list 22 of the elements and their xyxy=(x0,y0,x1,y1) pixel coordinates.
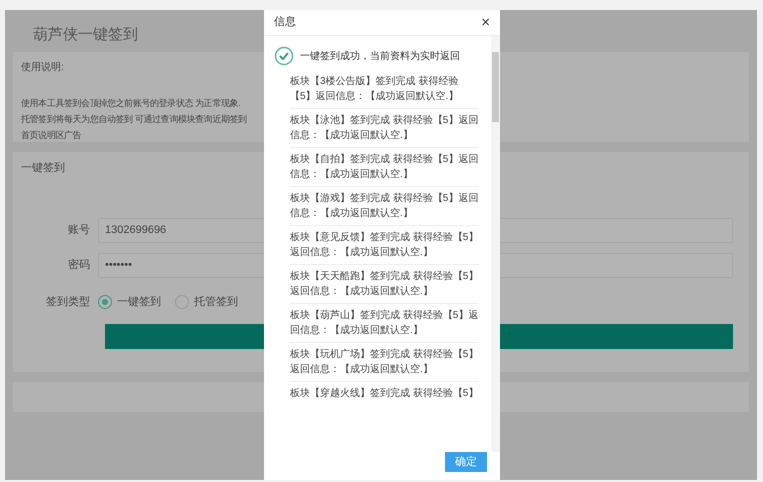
field-label: 密码 xyxy=(67,258,91,274)
result-item: 板块【穿越火线】签到完成 获得经验【5】 xyxy=(290,386,479,401)
result-item: 板块【泳池】签到完成 获得经验【5】返回信息：【成功返回默认空.】 xyxy=(290,109,479,148)
card-heading: 使用说明: xyxy=(21,61,64,75)
field-label: 签到类型 xyxy=(45,294,91,310)
radio-label: 一键签到 xyxy=(117,294,161,310)
instruction-line: 使用本工具签到会顶掉您之前账号的登录状态 为正常现象. xyxy=(21,97,240,110)
result-item: 板块【自拍】签到完成 获得经验【5】返回信息：【成功返回默认空.】 xyxy=(290,148,479,187)
page-title: 葫芦侠一键签到 xyxy=(33,25,138,45)
dialog-title: 信息 xyxy=(274,15,296,30)
result-item: 板块【意见反馈】签到完成 获得经验【5】返回信息：【成功返回默认空.】 xyxy=(290,226,479,265)
radio-label: 托管签到 xyxy=(194,294,238,310)
result-item: 板块【3楼公告版】签到完成 获得经验【5】返回信息：【成功返回默认空.】 xyxy=(290,70,479,109)
success-message: 一键签到成功，当前资料为实时返回 xyxy=(300,50,460,64)
field-label: 账号 xyxy=(67,223,91,238)
result-item: 板块【葫芦山】签到完成 获得经验【5】返回信息：【成功返回默认空.】 xyxy=(290,304,479,343)
result-item: 板块【游戏】签到完成 获得经验【5】返回信息：【成功返回默认空.】 xyxy=(290,187,479,226)
card-heading: 一键签到 xyxy=(21,161,65,176)
result-item: 板块【天天酷跑】签到完成 获得经验【5】返回信息：【成功返回默认空.】 xyxy=(290,265,479,304)
instruction-line: 托管签到将每天为您自动签到 可通过查询模块查询近期签到 xyxy=(21,113,247,126)
result-item: 板块【玩机广场】签到完成 获得经验【5】返回信息：【成功返回默认空.】 xyxy=(290,343,479,382)
instruction-line: 首页说明区广告 xyxy=(21,129,82,142)
